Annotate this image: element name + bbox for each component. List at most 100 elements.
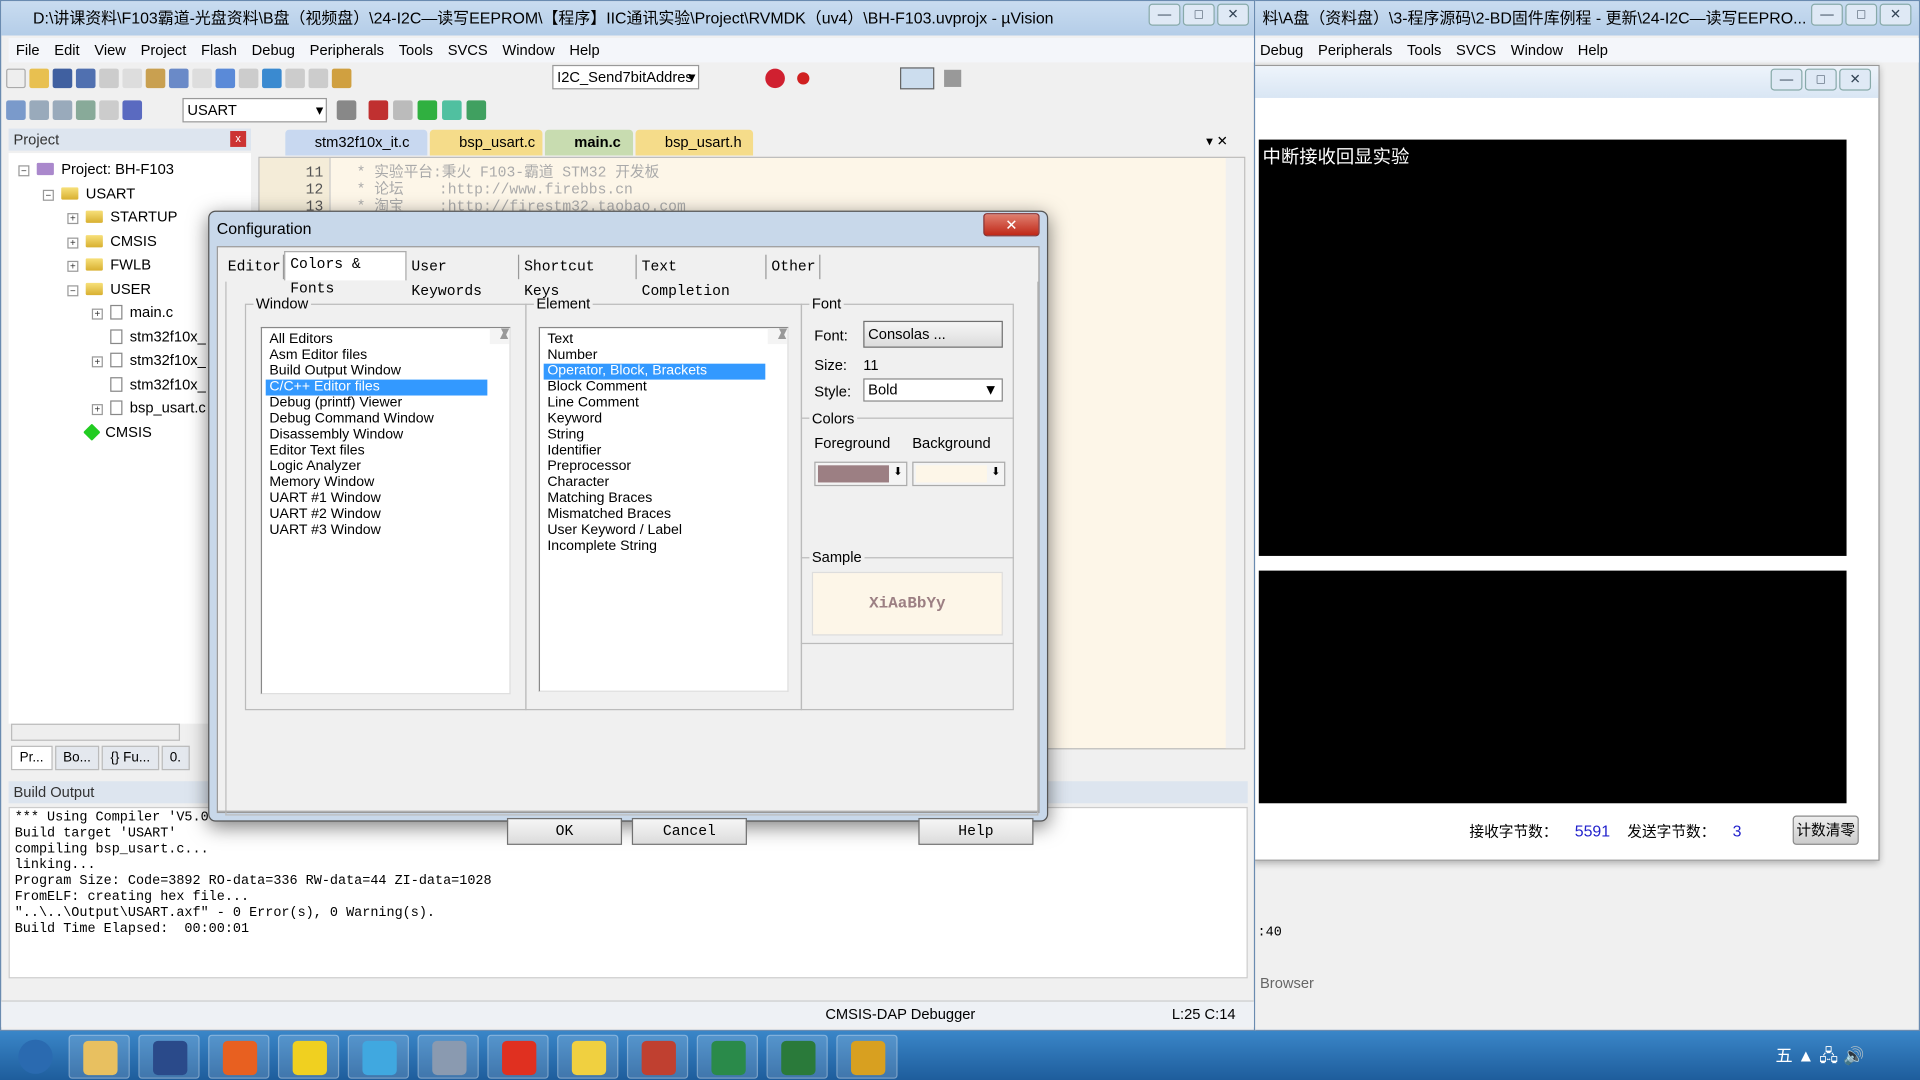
tree-item[interactable]: − USART xyxy=(42,184,135,201)
rebuild-icon[interactable] xyxy=(52,100,73,121)
menu-peripherals[interactable]: Peripherals xyxy=(302,38,391,62)
tree-item[interactable]: + FWLB xyxy=(67,256,151,273)
list-item[interactable]: Text xyxy=(544,332,766,348)
undo-icon[interactable] xyxy=(168,68,189,89)
list-item[interactable]: Editor Text files xyxy=(266,443,488,459)
list-item[interactable]: Identifier xyxy=(544,443,766,459)
taskbar-yehuo[interactable] xyxy=(836,1034,898,1079)
list-item[interactable]: Character xyxy=(544,475,766,491)
tree-item[interactable]: + CMSIS xyxy=(67,232,157,249)
taskbar-windows-start[interactable] xyxy=(5,1035,66,1079)
tree-item[interactable]: stm32f10x_ xyxy=(92,375,206,392)
menu-debug[interactable]: Debug xyxy=(244,38,302,62)
tab-list-icon[interactable]: ▾ ✕ xyxy=(1206,133,1228,150)
list-item[interactable]: UART #3 Window xyxy=(266,523,488,539)
tree-item[interactable]: + bsp_usart.c xyxy=(91,399,206,416)
element-listbox[interactable]: Text Number Operator, Block, Brackets Block… xyxy=(538,326,790,692)
list-item[interactable]: Build Output Window xyxy=(266,364,488,380)
listbox-scrollbar[interactable]: ▲ ▼ xyxy=(489,326,512,345)
clear-count-button[interactable]: 计数清零 xyxy=(1792,815,1859,845)
taskbar-app-help[interactable] xyxy=(557,1034,619,1079)
tree-item[interactable]: − USER xyxy=(67,280,151,297)
expand-icon[interactable]: + xyxy=(91,308,103,320)
serial-receive-area[interactable]: 中断接收回显实验 xyxy=(1258,139,1847,556)
dialog-tab[interactable]: Other xyxy=(767,254,821,280)
editor-vscrollbar[interactable] xyxy=(1225,157,1245,749)
unindent-icon[interactable] xyxy=(308,68,329,89)
expand-icon[interactable]: + xyxy=(67,260,79,272)
dialog-tab[interactable]: Text Completion xyxy=(637,254,767,300)
dialog-tab[interactable]: User Keywords xyxy=(407,254,520,300)
close-button[interactable]: ✕ xyxy=(1217,3,1249,26)
translate-icon[interactable] xyxy=(6,100,26,121)
wrench-icon[interactable] xyxy=(944,69,962,87)
editor-tab[interactable]: main.c xyxy=(544,129,634,156)
taskbar-app-red[interactable] xyxy=(487,1034,549,1079)
project-pane-tab[interactable]: Bo... xyxy=(54,745,100,771)
taskbar-app-c[interactable] xyxy=(696,1034,758,1079)
menu-edit[interactable]: Edit xyxy=(47,38,87,62)
ime-icon[interactable]: 五 xyxy=(1776,1046,1793,1066)
editor-tab[interactable]: bsp_usart.h xyxy=(635,129,754,156)
foreground-color-picker[interactable]: ⬇ xyxy=(814,461,908,487)
taskbar-pdf-reader[interactable] xyxy=(626,1034,689,1079)
dialog-tab[interactable]: Shortcut Keys xyxy=(519,254,637,300)
manage-runtime-icon[interactable] xyxy=(417,100,438,121)
listbox-scrollbar[interactable]: ▲ ▼ xyxy=(767,326,790,345)
volume-icon[interactable]: 🔊 xyxy=(1843,1046,1864,1066)
list-item[interactable]: Debug (printf) Viewer xyxy=(266,396,488,412)
redo-icon[interactable] xyxy=(192,68,212,89)
taskbar-firefox[interactable] xyxy=(208,1034,270,1079)
menu-peripherals[interactable]: Peripherals xyxy=(1311,38,1400,62)
minimize-button[interactable]: — xyxy=(1811,3,1843,26)
menu-view[interactable]: View xyxy=(87,38,133,62)
list-item[interactable]: Line Comment xyxy=(544,396,766,412)
help-button[interactable]: Help xyxy=(918,817,1034,845)
editor-tab[interactable]: stm32f10x_it.c xyxy=(285,129,428,156)
list-item[interactable]: UART #1 Window xyxy=(266,491,488,507)
tree-item[interactable]: + STARTUP xyxy=(67,208,177,225)
list-item[interactable]: Logic Analyzer xyxy=(266,459,488,475)
close-button[interactable]: ✕ xyxy=(1879,3,1912,26)
project-pane-tab[interactable]: Pr... xyxy=(11,745,53,771)
function-combo[interactable]: I2C_Send7bitAddres ▾ xyxy=(552,64,700,90)
project-hscrollbar[interactable] xyxy=(11,723,181,741)
menu-tools[interactable]: Tools xyxy=(391,38,440,62)
taskbar-file-explorer[interactable] xyxy=(68,1034,130,1079)
taskbar-powershell[interactable] xyxy=(138,1034,200,1079)
tree-item[interactable]: − Project: BH-F103 xyxy=(18,160,174,178)
target-options-icon[interactable] xyxy=(336,100,357,121)
window-layout-icon[interactable] xyxy=(900,67,935,90)
download-icon[interactable] xyxy=(122,100,143,121)
list-item[interactable]: User Keyword / Label xyxy=(544,523,766,539)
menu-svcs[interactable]: SVCS xyxy=(440,38,495,62)
list-item[interactable]: Operator, Block, Brackets xyxy=(543,363,766,380)
navigate-back-icon[interactable] xyxy=(215,68,236,89)
taskbar-app-cloud[interactable] xyxy=(347,1034,409,1079)
list-item[interactable]: Disassembly Window xyxy=(266,427,488,443)
close-icon[interactable]: x xyxy=(230,131,247,147)
menu-window[interactable]: Window xyxy=(1503,38,1570,62)
menu-debug[interactable]: Debug xyxy=(1253,38,1311,62)
list-item[interactable]: Incomplete String xyxy=(544,539,766,555)
tree-item[interactable]: + stm32f10x_ xyxy=(91,351,206,369)
taskbar-app-yellow[interactable] xyxy=(277,1034,340,1079)
maximize-button[interactable]: □ xyxy=(1182,3,1215,26)
minimize-button[interactable]: — xyxy=(1770,68,1803,91)
build-icon[interactable] xyxy=(29,100,49,121)
select-packs-icon[interactable] xyxy=(466,100,487,121)
menu-project[interactable]: Project xyxy=(133,38,193,62)
new-file-icon[interactable] xyxy=(6,68,26,89)
taskbar-app-webcam[interactable] xyxy=(417,1034,479,1079)
save-icon[interactable] xyxy=(52,68,73,89)
find-in-files-icon[interactable] xyxy=(331,68,352,89)
pack-installer-icon[interactable] xyxy=(442,100,462,121)
editor-tab[interactable]: bsp_usart.c xyxy=(429,129,543,156)
close-button[interactable]: ✕ xyxy=(1839,68,1872,91)
collapse-icon[interactable]: − xyxy=(67,284,79,296)
build-output-text[interactable]: *** Using Compiler 'V5.06 Build target 'U… xyxy=(8,806,1248,979)
navigate-forward-icon[interactable] xyxy=(238,68,259,89)
minimize-button[interactable]: — xyxy=(1148,3,1181,26)
menu-file[interactable]: File xyxy=(9,38,47,62)
list-item[interactable]: C/C++ Editor files xyxy=(265,379,488,396)
